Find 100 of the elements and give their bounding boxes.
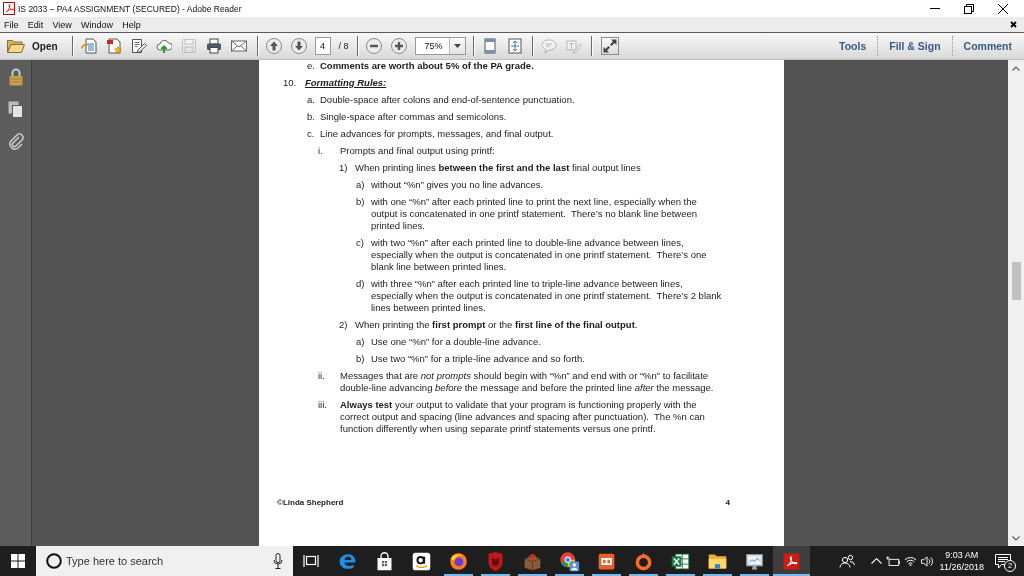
scrollbar-thumb[interactable] — [1011, 262, 1021, 300]
zoom-in-button[interactable] — [390, 38, 407, 54]
running-indicator — [518, 574, 547, 576]
clock-date: 11/26/2018 — [939, 561, 984, 573]
page-number-field[interactable]: 4 — [314, 37, 331, 55]
close-document-button[interactable] — [1009, 20, 1018, 29]
expand-arrows-icon — [601, 38, 618, 54]
clock-time: 9:03 AM — [945, 549, 979, 561]
list-item-text: with three “%n” after each printed line to triple-line advance between lines, especially when the output is concatenated in one printf statement. There’s 2 blank lines between printed lines. — [371, 278, 722, 314]
list-number: 2) — [339, 319, 349, 331]
list-item-text: Line advances for prompts, messages, and final output. — [320, 128, 554, 140]
caret-down-icon — [453, 44, 461, 48]
people-icon — [838, 554, 855, 568]
battery-plug-icon — [885, 555, 900, 567]
close-icon — [1010, 21, 1017, 28]
chevron-up-icon — [870, 558, 882, 564]
running-indicator — [555, 574, 584, 576]
save-icon — [180, 38, 197, 54]
list-item-text: Double-space after colons and end-of-sentence punctuation. — [320, 94, 575, 106]
list-item-text: without “%n” gives you no line advances. — [371, 179, 544, 191]
zoom-out-button[interactable] — [365, 38, 382, 54]
list-number: b) — [356, 196, 366, 208]
ring-icon — [633, 550, 654, 572]
running-indicator — [481, 574, 510, 576]
footer-author: ©Linda Shepherd — [277, 497, 344, 509]
speech-bubble-icon — [540, 38, 557, 54]
section-heading: Formatting Rules: — [305, 77, 387, 89]
list-number: e. — [307, 60, 316, 72]
toolbar-button[interactable] — [600, 37, 619, 55]
running-indicator — [666, 574, 695, 576]
list-item-text: Use two “%n” for a triple-line advance and so forth. — [371, 353, 585, 365]
menu-item[interactable]: Window — [76, 17, 118, 32]
list-number: b. — [307, 111, 316, 123]
menu-item[interactable]: Edit — [23, 17, 48, 32]
chevron-down-icon — [1012, 535, 1020, 541]
document-arrow-icon — [80, 38, 97, 54]
restore-icon — [964, 3, 974, 14]
running-indicator — [740, 574, 769, 576]
running-indicator — [773, 574, 810, 576]
search-field[interactable]: Type here to search — [36, 546, 293, 576]
page-bars-icon — [481, 38, 498, 54]
taskbar-button[interactable] — [773, 546, 810, 576]
list-item-text: When printing lines between the first and the last final output lines — [355, 162, 641, 174]
next-page-button[interactable] — [290, 38, 307, 54]
lock-icon — [8, 68, 23, 86]
list-item-text: Messages that are not prompts should begin with “%n” and end with or “%n” to facilitate double-line advancing before the message and before the printed line after the message. — [340, 370, 714, 394]
pane-tab[interactable]: Tools — [828, 36, 878, 56]
previous-page-button[interactable] — [265, 38, 282, 54]
list-item-text: with one “%n” after each printed line to print the next line, especially when the output is concatenated in one printf statement. There’s no blank line between printed lines. — [371, 196, 698, 232]
chevron-up-icon — [1012, 65, 1020, 71]
vertical-scrollbar[interactable] — [1008, 60, 1024, 546]
spreadsheet-icon — [670, 550, 691, 572]
list-number: c. — [307, 128, 316, 140]
page-count: / 8 — [338, 41, 349, 51]
list-number: a) — [356, 336, 366, 348]
text-pencil-icon — [565, 38, 582, 54]
envelope-icon — [230, 38, 247, 54]
speech-bubble-icon — [995, 553, 1011, 569]
speaker-icon — [920, 555, 934, 567]
list-number: iii. — [318, 399, 328, 411]
zoom-dropdown[interactable]: 75% — [414, 37, 466, 55]
list-number: d) — [356, 278, 366, 290]
list-number: a) — [356, 179, 366, 191]
printer-icon — [205, 38, 222, 54]
list-number: a. — [307, 94, 316, 106]
running-indicator — [703, 574, 732, 576]
minimize-icon — [930, 8, 940, 9]
plus-icon — [390, 38, 407, 54]
search-icon — [46, 553, 62, 569]
windows-logo-icon — [11, 554, 25, 568]
arrow-down-icon — [290, 38, 307, 54]
running-indicator — [444, 574, 473, 576]
list-number: i. — [318, 145, 324, 157]
minus-icon — [365, 38, 382, 54]
cloud-upload-icon — [155, 38, 172, 54]
page-arrows-icon — [506, 38, 523, 54]
window-title: IS 2033 – PA4 ASSIGNMENT (SECURED) - Adobe Reader — [18, 3, 242, 14]
running-indicator — [592, 574, 621, 576]
list-number: 10. — [283, 77, 298, 89]
pages-icon — [8, 100, 23, 118]
list-item-text: Single-space after commas and semicolons. — [320, 111, 507, 123]
list-item-text: Use one “%n” for a double-line advance. — [371, 336, 542, 348]
menu-item[interactable]: File — [0, 17, 24, 32]
pane-tab[interactable]: Comment — [951, 36, 1024, 56]
list-item-text: Always test your output to validate that your program is functioning properly with the correct output and spacing (line advances and spacing after punctuation). The %n can function differently when using separate printf statements versus one printf. — [340, 399, 705, 435]
pane-tab[interactable]: Fill & Sign — [877, 36, 952, 56]
round-logo-icon — [448, 550, 469, 572]
page-number: 4 — [725, 497, 730, 509]
menu-item[interactable]: View — [47, 17, 77, 32]
open-button[interactable]: Open — [6, 36, 59, 56]
microphone-icon — [273, 553, 283, 569]
paperclip-icon — [7, 132, 24, 150]
wifi-icon — [903, 556, 917, 566]
list-item-text: with two “%n” after each printed line to double-line advance between lines, especially when the output is concatenated in one printf statement. There’s one blank line between printed lines. — [371, 237, 707, 273]
menu-item[interactable]: Help — [117, 17, 146, 32]
list-item-text: Prompts and final output using printf: — [340, 145, 495, 157]
document-pencil-icon — [130, 38, 147, 54]
running-indicator — [629, 574, 658, 576]
list-number: b) — [356, 353, 366, 365]
list-number: ii. — [318, 370, 326, 382]
